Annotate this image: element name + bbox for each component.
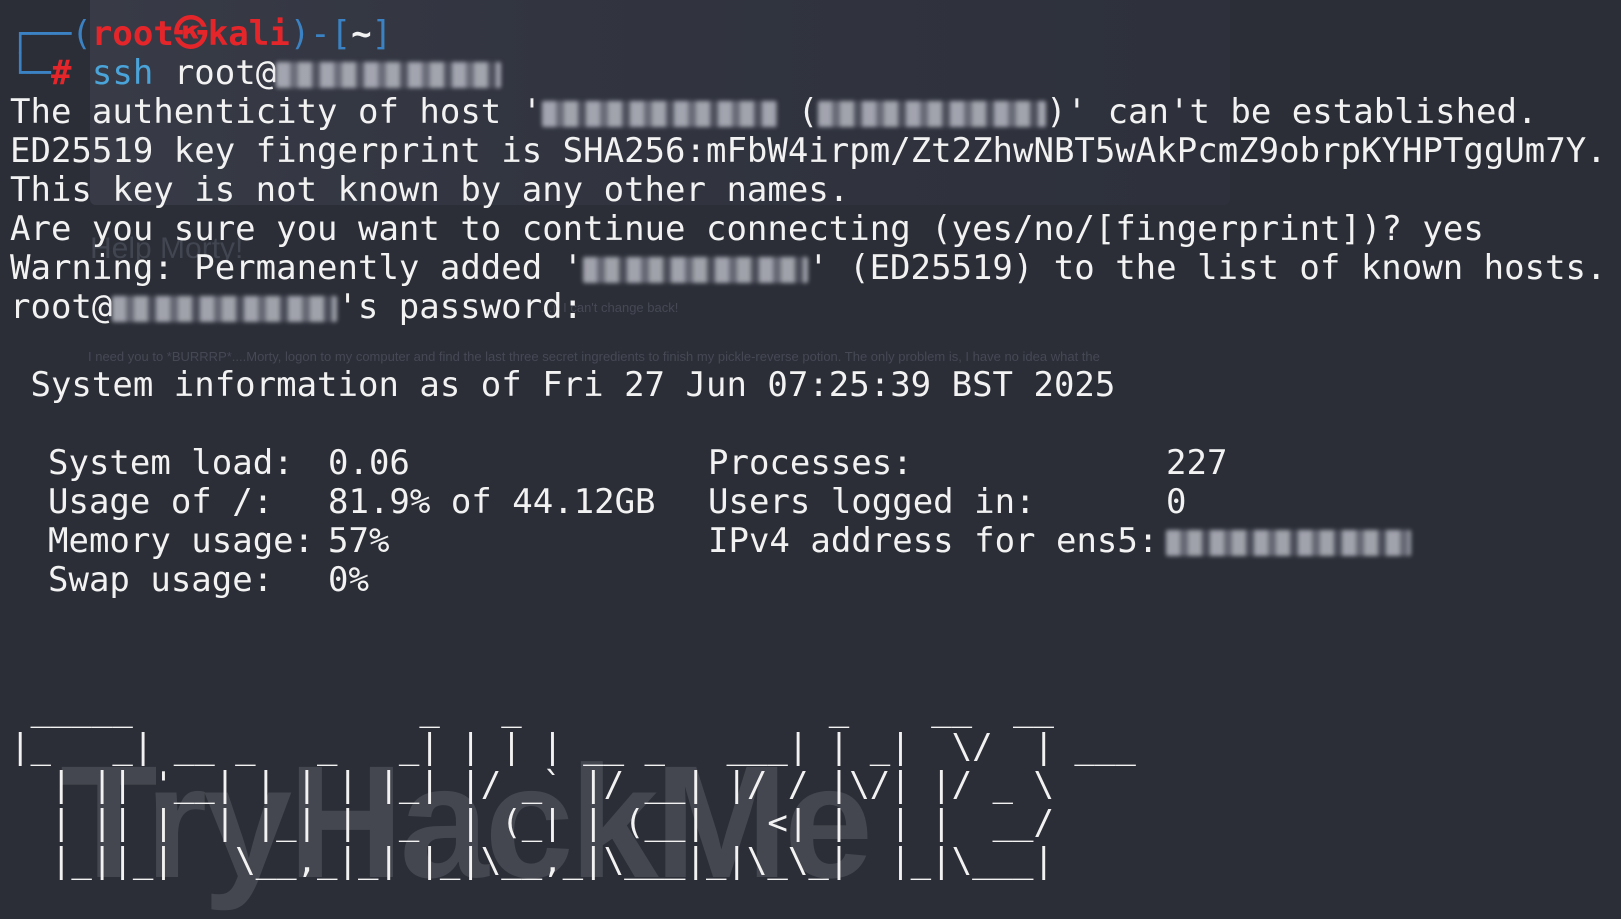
redacted-ip (1166, 529, 1411, 556)
prompt-user: root (91, 14, 174, 54)
redacted-ip (276, 61, 502, 88)
not-known-line: This key is not known by any other names… (10, 170, 850, 210)
sysinfo-value-ipv4 (1166, 521, 1411, 561)
sysinfo-header: System information as of Fri 27 Jun 07:2… (10, 365, 1116, 405)
prompt-open-paren: ( (71, 14, 92, 54)
password-prompt-line[interactable]: root@'s password: (10, 287, 583, 327)
sysinfo-value-users: 0 (1166, 482, 1187, 522)
ascii-line: | || | | |_| | _ | (_| | (__| <| | | | _… (10, 803, 1054, 843)
sysinfo-value-processes: 227 (1166, 443, 1228, 483)
redacted-ip (112, 295, 338, 322)
kali-symbol-icon: ㉿ (173, 14, 208, 54)
ascii-line: _____ _ _ _ __ __ (10, 689, 1177, 729)
sysinfo-label-swap: Swap usage: (48, 560, 335, 600)
prompt-close-paren: )-[ (289, 14, 352, 54)
sysinfo-label-ipv4: IPv4 address for ens5: (708, 521, 1159, 561)
sysinfo-label-users: Users logged in: (708, 482, 1036, 522)
command-text: ssh (91, 53, 154, 93)
warning-line: Warning: Permanently added ' ' (ED25519) … (10, 248, 1607, 288)
command-argument: root@ (173, 53, 277, 93)
sysinfo-label-memory: Memory usage: (48, 521, 335, 561)
terminal-window[interactable]: Help Morty! …if I can't change back! I n… (0, 0, 1621, 919)
sysinfo-value-usage: 81.9% of 44.12GB (328, 482, 656, 522)
prompt-line-1: ┌──(root㉿kali)-[~] (10, 14, 393, 54)
ascii-line: | || '__| | | | |_| |/ _` |/ __| |/ / |\… (10, 765, 1054, 805)
sysinfo-label-processes: Processes: (708, 443, 913, 483)
fingerprint-line: ED25519 key fingerprint is SHA256:mFbW4i… (10, 131, 1607, 171)
redacted-host (542, 100, 778, 127)
redacted-ip (818, 100, 1047, 127)
background-text-line-2: I need you to *BURRRP*....Morty, logon t… (88, 349, 1100, 364)
tryhackme-ascii-banner: _____ _ _ _ __ __ |_ _| __ _ _ _| | | | … (10, 690, 1177, 880)
prompt-line-2[interactable]: └─# ssh root@ (10, 53, 502, 93)
ascii-line: |_||_| \__,_|_| |_|\__,_|\___|_|\_\_| |_… (10, 841, 1054, 881)
sysinfo-value-system-load: 0.06 (328, 443, 410, 483)
sysinfo-value-swap: 0% (328, 560, 369, 600)
ascii-line: |_ _| __ _ _ _| | | | __ _ ___| | _| \/ … (10, 727, 1157, 767)
sysinfo-value-memory: 57% (328, 521, 390, 561)
prompt-host: kali (207, 14, 290, 54)
authenticity-line: The authenticity of host ' ()' can't be … (10, 92, 1538, 132)
prompt-cwd: ~ (351, 14, 372, 54)
redacted-ip (583, 256, 809, 283)
prompt-close-bracket: ] (371, 14, 393, 54)
sysinfo-label-usage: Usage of /: (48, 482, 335, 522)
continue-prompt-line: Are you sure you want to continue connec… (10, 209, 1484, 249)
sysinfo-label-system-load: System load: (48, 443, 335, 483)
prompt-hash: # (50, 53, 72, 93)
